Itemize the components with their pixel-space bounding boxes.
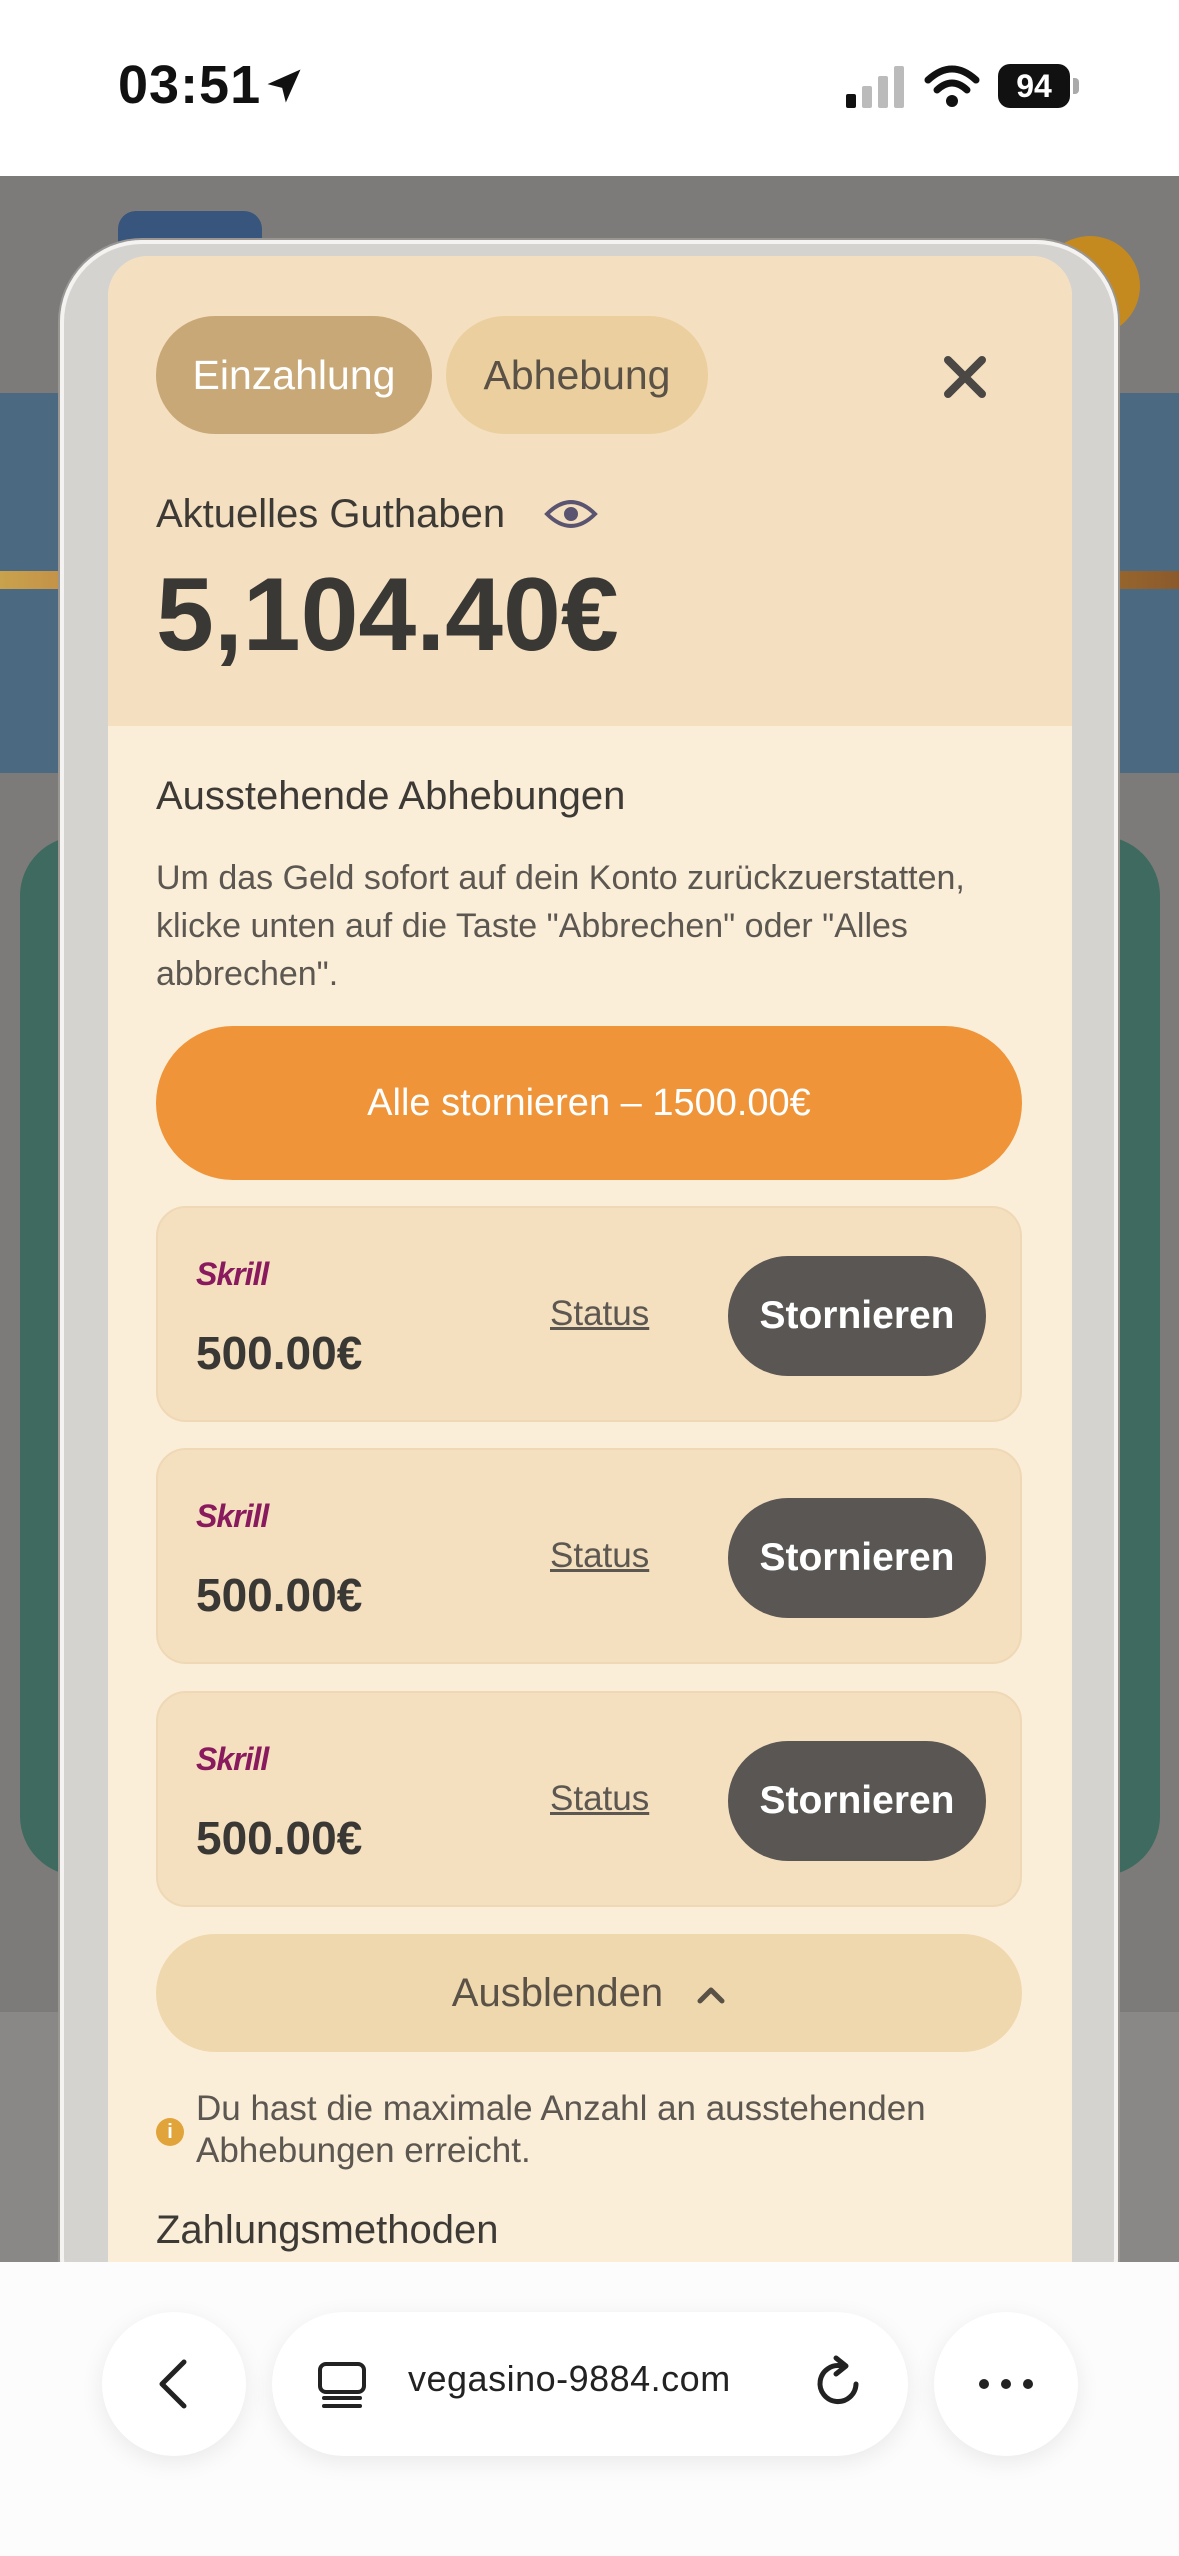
cancel-withdrawal-button[interactable]: Stornieren [728, 1498, 986, 1618]
skrill-logo: Skrill [196, 1256, 269, 1292]
withdrawal-card: Skrill 500.00€ Status Stornieren [156, 1448, 1022, 1664]
skrill-logo: Skrill [196, 1498, 269, 1534]
tab-withdraw[interactable]: Abhebung [446, 316, 708, 434]
tabs-icon[interactable] [316, 2358, 368, 2410]
pending-withdrawals-title: Ausstehende Abhebungen [156, 774, 626, 818]
cancel-withdrawal-button[interactable]: Stornieren [728, 1741, 986, 1861]
status-bar: 03:51 94 [0, 0, 1179, 176]
modal-header: Einzahlung Abhebung Aktuelles Guthaben 5… [108, 256, 1072, 726]
hide-button[interactable]: Ausblenden [156, 1934, 1022, 2052]
back-button[interactable] [102, 2312, 246, 2456]
battery-indicator: 94 [998, 64, 1080, 108]
close-icon[interactable] [928, 340, 1002, 414]
url-text: vegasino-9884.com [408, 2358, 731, 2399]
browser-toolbar: vegasino-9884.com [0, 2262, 1179, 2556]
withdrawal-amount: 500.00€ [196, 1327, 363, 1379]
balance-value: 5,104.40€ [156, 557, 619, 673]
withdrawal-amount: 500.00€ [196, 1812, 363, 1864]
status-time: 03:51 [118, 55, 262, 115]
info-icon: i [156, 2118, 184, 2146]
withdrawal-amount: 500.00€ [196, 1569, 363, 1621]
pending-withdrawals-description: Um das Geld sofort auf dein Konto zurück… [156, 859, 965, 993]
cancel-withdrawal-button[interactable]: Stornieren [728, 1256, 986, 1376]
tab-deposit[interactable]: Einzahlung [156, 316, 432, 434]
status-link[interactable]: Status [550, 1294, 649, 1334]
status-link[interactable]: Status [550, 1536, 649, 1576]
location-arrow-icon [267, 69, 301, 103]
cellular-signal-icon [846, 66, 904, 108]
chevron-up-icon [697, 1987, 725, 2004]
balance-label: Aktuelles Guthaben [156, 492, 506, 536]
address-bar[interactable]: vegasino-9884.com [272, 2312, 908, 2456]
wifi-icon [924, 65, 980, 107]
eye-icon[interactable] [544, 494, 598, 534]
skrill-logo: Skrill [196, 1741, 269, 1777]
withdrawal-card: Skrill 500.00€ Status Stornieren [156, 1691, 1022, 1907]
status-link[interactable]: Status [550, 1779, 649, 1819]
withdrawal-card: Skrill 500.00€ Status Stornieren [156, 1206, 1022, 1422]
reload-icon[interactable] [812, 2354, 868, 2414]
hide-button-label: Ausblenden [451, 1971, 664, 2015]
cashier-modal: Einzahlung Abhebung Aktuelles Guthaben 5… [108, 256, 1072, 2262]
battery-level: 94 [998, 64, 1070, 108]
cancel-all-button[interactable]: Alle stornieren – 1500.00€ [156, 1026, 1022, 1180]
max-pending-notice: Du hast die maximale Anzahl an ausstehen… [196, 2089, 926, 2170]
chevron-left-icon [159, 2359, 187, 2409]
payment-methods-title: Zahlungsmethoden [156, 2208, 499, 2252]
more-dots-icon [979, 2379, 1033, 2389]
more-button[interactable] [934, 2312, 1078, 2456]
